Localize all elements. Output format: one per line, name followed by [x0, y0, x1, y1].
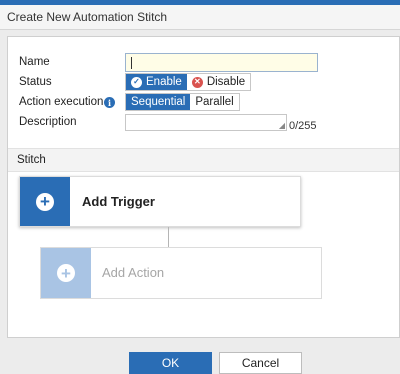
dialog-header: Create New Automation Stitch — [0, 5, 400, 30]
name-label: Name — [19, 56, 50, 68]
action-icon-block: + — [41, 248, 91, 298]
description-label: Description — [19, 116, 77, 128]
dialog-title: Create New Automation Stitch — [7, 10, 168, 24]
description-textarea[interactable]: ◢ — [125, 114, 287, 131]
info-icon[interactable]: i — [104, 97, 115, 108]
action-execution-label: Action execution — [19, 96, 104, 108]
plus-icon: + — [57, 264, 75, 282]
trigger-icon-block: + — [20, 177, 70, 226]
cancel-button[interactable]: Cancel — [219, 352, 302, 374]
form-panel: Name Status ✓ Enable ✕ Disable Action ex… — [7, 36, 400, 338]
add-action-label: Add Action — [102, 265, 165, 280]
status-label: Status — [19, 76, 52, 88]
check-icon: ✓ — [131, 76, 142, 88]
sequential-button[interactable]: Sequential — [126, 94, 191, 110]
x-circle-icon: ✕ — [191, 76, 203, 88]
add-trigger-card[interactable]: + Add Trigger — [19, 176, 301, 227]
resize-handle-icon[interactable]: ◢ — [279, 122, 285, 130]
ok-button[interactable]: OK — [129, 352, 212, 374]
add-action-card[interactable]: + Add Action — [40, 247, 322, 299]
status-disable-button[interactable]: ✕ Disable — [187, 74, 250, 90]
stitch-section-header: Stitch — [8, 148, 399, 172]
plus-icon: + — [36, 192, 54, 211]
add-trigger-label: Add Trigger — [82, 194, 155, 209]
status-enable-button[interactable]: ✓ Enable — [126, 74, 187, 90]
status-toggle: ✓ Enable ✕ Disable — [125, 73, 252, 91]
parallel-button[interactable]: Parallel — [190, 94, 238, 110]
action-execution-toggle: Sequential Parallel — [125, 93, 240, 111]
name-input[interactable] — [125, 53, 318, 72]
text-caret — [131, 57, 132, 69]
stitch-section-title: Stitch — [17, 154, 46, 166]
connector-line — [168, 227, 169, 247]
description-counter: 0/255 — [289, 120, 317, 132]
